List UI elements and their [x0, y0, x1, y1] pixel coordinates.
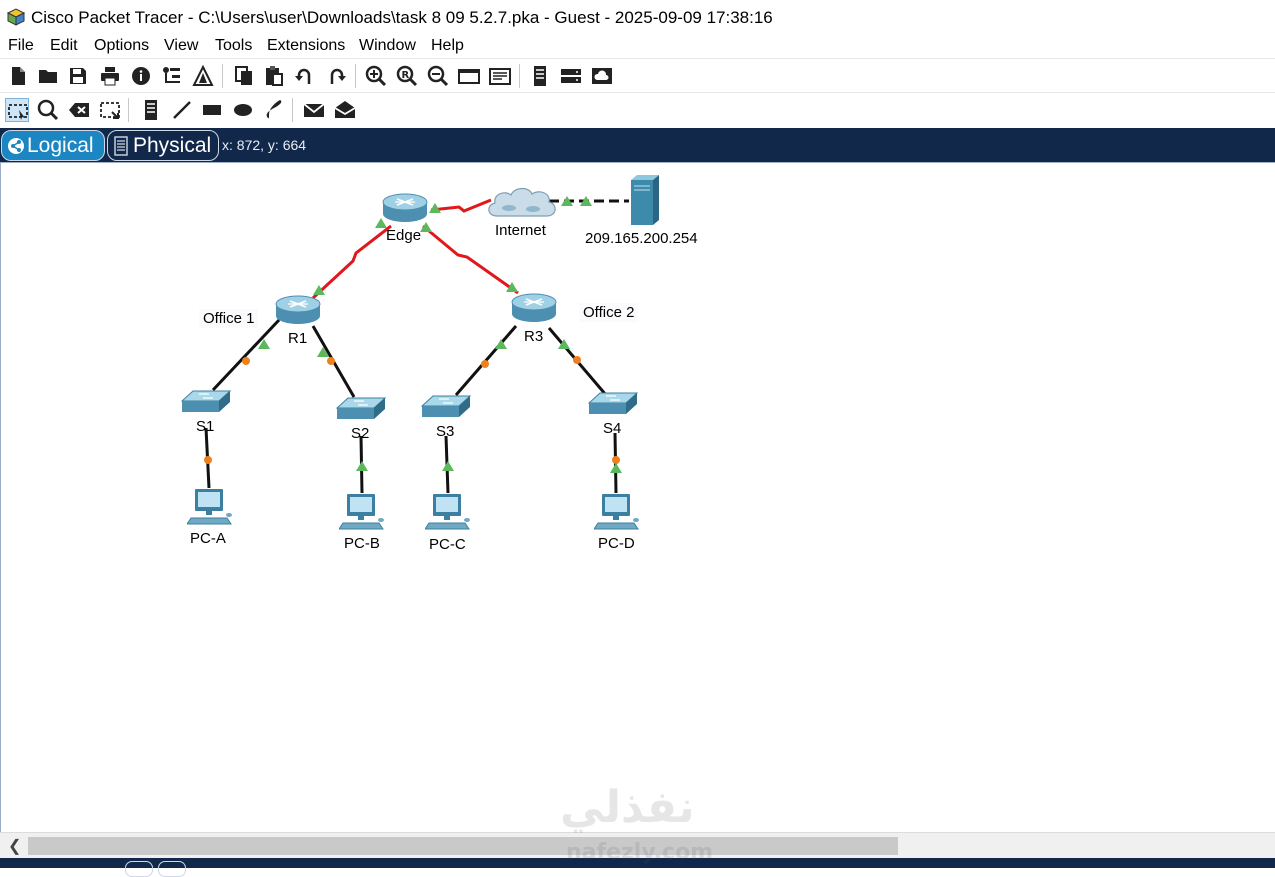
add-simple-pdu-icon[interactable]	[302, 98, 326, 122]
freeform-icon[interactable]	[262, 98, 286, 122]
zoom-reset-icon[interactable]: R	[395, 64, 419, 88]
router-r3[interactable]	[511, 293, 557, 323]
copy-icon[interactable]	[232, 64, 256, 88]
menu-edit[interactable]: Edit	[50, 37, 78, 55]
link-r1-s1[interactable]	[211, 318, 281, 392]
custom-device-dialog-icon[interactable]	[488, 64, 512, 88]
rack-device-icon[interactable]	[559, 64, 583, 88]
device-template-icon[interactable]	[528, 64, 552, 88]
logical-workspace-icon	[8, 138, 24, 154]
pc-b[interactable]	[339, 493, 385, 530]
delete-tool-icon[interactable]	[67, 98, 91, 122]
redo-icon[interactable]	[324, 64, 348, 88]
pc-d[interactable]	[594, 493, 640, 530]
switch-s2[interactable]	[336, 397, 386, 420]
device-label-r1: R1	[288, 330, 308, 347]
save-icon[interactable]	[66, 64, 90, 88]
menu-extensions[interactable]: Extensions	[267, 37, 345, 55]
network-info-icon[interactable]	[160, 64, 184, 88]
note-office-1[interactable]: Office 1	[199, 309, 259, 328]
switch-s3[interactable]	[421, 395, 471, 418]
add-complex-pdu-icon[interactable]	[333, 98, 357, 122]
tab-physical[interactable]: Physical	[107, 130, 219, 161]
menu-file[interactable]: File	[8, 37, 34, 55]
paste-icon[interactable]	[262, 64, 286, 88]
link-edge-r1[interactable]	[311, 224, 392, 300]
device-label-s4: S4	[603, 420, 622, 437]
router-r1[interactable]	[275, 295, 321, 325]
note-office-2[interactable]: Office 2	[579, 303, 639, 322]
resize-shape-icon[interactable]	[98, 98, 122, 122]
device-label-r3: R3	[524, 328, 544, 345]
device-label-s1: S1	[196, 418, 215, 435]
svg-text:R: R	[402, 70, 410, 81]
new-file-icon[interactable]	[6, 64, 30, 88]
toolbar-separator	[128, 98, 129, 122]
info-icon[interactable]	[129, 64, 153, 88]
horizontal-scrollbar[interactable]: ❮	[0, 832, 1275, 859]
workspace-tab-bar: Logical Physical x: 872, y: 664	[0, 128, 1275, 162]
topology-drawing	[181, 174, 660, 530]
cloud-internet[interactable]	[488, 187, 556, 217]
tab-logical-label: Logical	[27, 134, 94, 157]
pc-a[interactable]	[187, 488, 233, 525]
device-label-s3: S3	[436, 423, 455, 440]
main-toolbar: R	[0, 58, 1275, 93]
print-icon[interactable]	[98, 64, 122, 88]
open-folder-icon[interactable]	[36, 64, 60, 88]
inspect-tool-icon[interactable]	[36, 98, 60, 122]
pc-c[interactable]	[425, 493, 471, 530]
cloud-window-icon[interactable]	[590, 64, 614, 88]
menu-help[interactable]: Help	[431, 37, 464, 55]
draw-line-icon[interactable]	[170, 98, 194, 122]
packet-tracer-logo-icon	[6, 8, 26, 26]
menu-tools[interactable]: Tools	[215, 37, 252, 55]
device-label-pc-a: PC-A	[190, 530, 226, 547]
draw-ellipse-icon[interactable]	[231, 98, 255, 122]
undo-icon[interactable]	[293, 64, 317, 88]
device-label-pc-b: PC-B	[344, 535, 380, 552]
scrollbar-thumb[interactable]	[28, 837, 898, 855]
link-edge-internet[interactable]	[430, 198, 492, 213]
title-bar: Cisco Packet Tracer - C:\Users\user\Down…	[0, 0, 1275, 34]
cursor-coordinates: x: 872, y: 664	[222, 137, 307, 153]
menu-bar: File Edit Options View Tools Extensions …	[0, 34, 1275, 58]
draw-rectangle-icon[interactable]	[200, 98, 224, 122]
device-label-server: 209.165.200.254	[585, 230, 698, 247]
device-label-s2: S2	[351, 425, 370, 442]
bottom-control[interactable]	[125, 861, 153, 877]
toolbar-separator	[355, 64, 356, 88]
bottom-panel-bar	[0, 858, 1275, 877]
toolbar-separator	[292, 98, 293, 122]
window-title: Cisco Packet Tracer - C:\Users\user\Down…	[31, 8, 773, 27]
place-note-icon[interactable]	[139, 98, 163, 122]
zoom-in-icon[interactable]	[364, 64, 388, 88]
activity-wizard-icon[interactable]	[191, 64, 215, 88]
zoom-out-icon[interactable]	[426, 64, 450, 88]
menu-options[interactable]: Options	[94, 37, 149, 55]
menu-window[interactable]: Window	[359, 37, 416, 55]
device-label-pc-c: PC-C	[429, 536, 466, 553]
switch-s4[interactable]	[588, 392, 638, 415]
switch-s1[interactable]	[181, 390, 231, 413]
logical-workspace-canvas[interactable]: Edge Internet 209.165.200.254 R1 R3 S1 S…	[0, 162, 1275, 832]
scroll-left-icon[interactable]: ❮	[8, 836, 21, 856]
menu-view[interactable]: View	[164, 37, 198, 55]
device-label-internet: Internet	[495, 222, 546, 239]
device-label-pc-d: PC-D	[598, 535, 635, 552]
toolbar-separator	[519, 64, 520, 88]
physical-workspace-icon	[114, 136, 128, 156]
bottom-control[interactable]	[158, 861, 186, 877]
tab-physical-label: Physical	[133, 134, 212, 157]
toolbar-separator	[222, 64, 223, 88]
server[interactable]	[630, 174, 660, 226]
device-label-edge: Edge	[386, 227, 422, 244]
tab-logical[interactable]: Logical	[1, 130, 105, 161]
router-edge[interactable]	[382, 193, 428, 223]
drawing-palette-icon[interactable]	[457, 64, 481, 88]
select-tool-icon[interactable]	[5, 98, 29, 122]
edit-toolbar	[0, 92, 1275, 129]
